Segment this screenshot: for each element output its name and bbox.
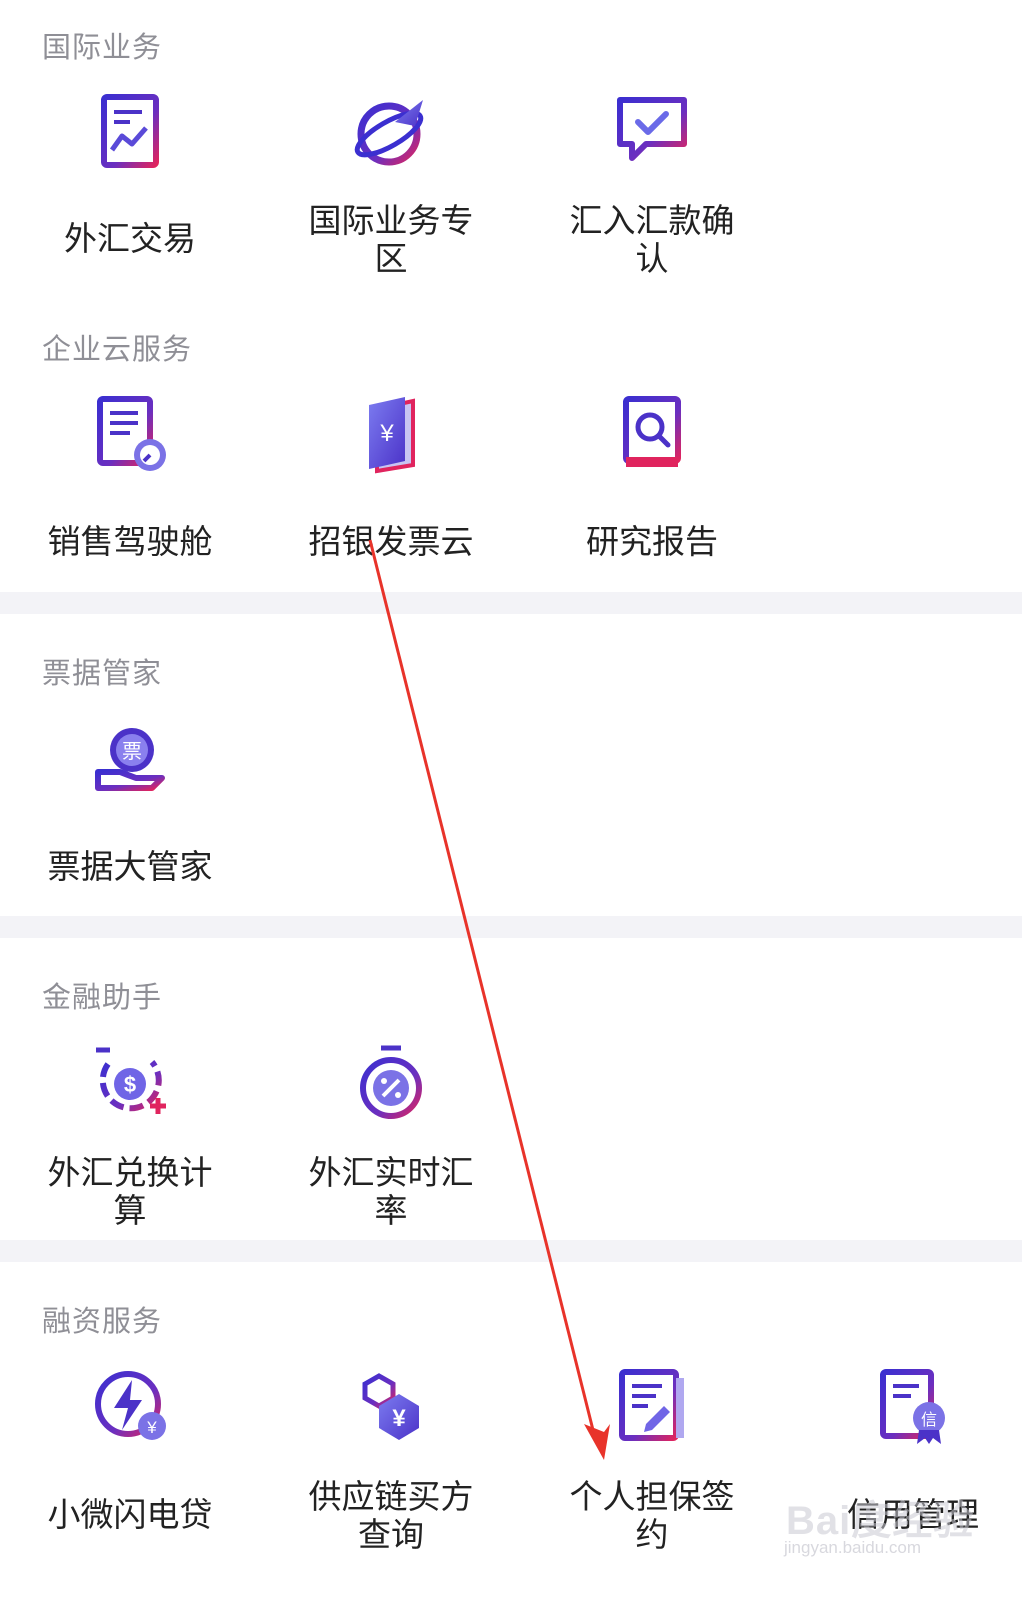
tile-remittance-confirm[interactable]: 汇入汇款确认 [537,92,767,322]
section-title: 企业云服务 [42,332,193,366]
tile-credit-management[interactable]: 信 信用管理 [798,1368,1022,1598]
section-title: 国际业务 [42,30,163,64]
lightning-loan-icon: ¥ [90,1368,170,1448]
tile-supply-chain-query[interactable]: ¥ 供应链买方查询 [276,1368,506,1598]
tile-label: 外汇兑换计算 [47,1153,213,1230]
tile-personal-guarantee-sign[interactable]: 个人担保签约 [537,1368,767,1598]
tile-research-report[interactable]: 研究报告 [537,395,767,625]
tile-label: 研究报告 [586,522,718,561]
svg-text:票: 票 [122,739,142,763]
section-finance-assistant: 金融助手 $ 外汇兑换计算 外汇实时汇率 [0,938,1022,1240]
section-international: 国际业务 外汇交易 国际业务专区 汇入汇款确认 企业云服务 销售驾驶舱 ¥ 招银… [0,0,1022,592]
tile-label: 信用管理 [847,1495,979,1534]
tile-label: 供应链买方查询 [308,1477,474,1554]
section-title: 票据管家 [42,656,163,690]
tile-label: 招银发票云 [308,522,474,561]
section-divider [0,592,1022,614]
section-divider [0,916,1022,938]
section-divider [0,1240,1022,1262]
globe-plane-icon [351,92,431,172]
section-financing: 融资服务 ¥ 小微闪电贷 ¥ 供应链买方查询 个人担保签约 信 信用管理 [0,1262,1022,1600]
bill-hand-icon: 票 [90,720,170,800]
sign-document-pen-icon [612,1368,692,1448]
tile-invoice-cloud[interactable]: ¥ 招银发票云 [276,395,506,625]
supply-chain-yuan-icon: ¥ [351,1368,431,1448]
forex-chart-document-icon [90,92,170,172]
tile-international-zone[interactable]: 国际业务专区 [276,92,506,322]
tile-label: 汇入汇款确认 [569,201,735,278]
tile-label: 票据大管家 [47,847,213,886]
section-bills: 票据管家 票 票据大管家 [0,614,1022,916]
svg-text:¥: ¥ [379,420,394,447]
credit-certificate-icon: 信 [873,1368,953,1448]
svg-text:$: $ [124,1072,136,1097]
tile-label: 销售驾驶舱 [47,522,213,561]
tile-label: 外汇实时汇率 [308,1153,474,1230]
dollar-exchange-icon: $ [90,1044,170,1124]
svg-text:信: 信 [921,1410,937,1429]
tile-label: 国际业务专区 [308,201,474,278]
svg-text:¥: ¥ [146,1418,157,1437]
tile-label: 小微闪电贷 [47,1495,213,1534]
tile-sales-cockpit[interactable]: 销售驾驶舱 [15,395,245,625]
invoice-yuan-book-icon: ¥ [351,395,431,475]
tile-forex-trading[interactable]: 外汇交易 [15,92,245,322]
svg-text:¥: ¥ [392,1405,406,1432]
section-title: 金融助手 [42,980,163,1014]
research-book-search-icon [612,395,692,475]
tile-label: 外汇交易 [64,219,196,258]
section-title: 融资服务 [42,1304,163,1338]
chat-check-icon [612,92,692,172]
tile-micro-flash-loan[interactable]: ¥ 小微闪电贷 [15,1368,245,1598]
tile-label: 个人担保签约 [569,1477,735,1554]
percent-stopwatch-icon [351,1044,431,1124]
report-gauge-icon [90,395,170,475]
